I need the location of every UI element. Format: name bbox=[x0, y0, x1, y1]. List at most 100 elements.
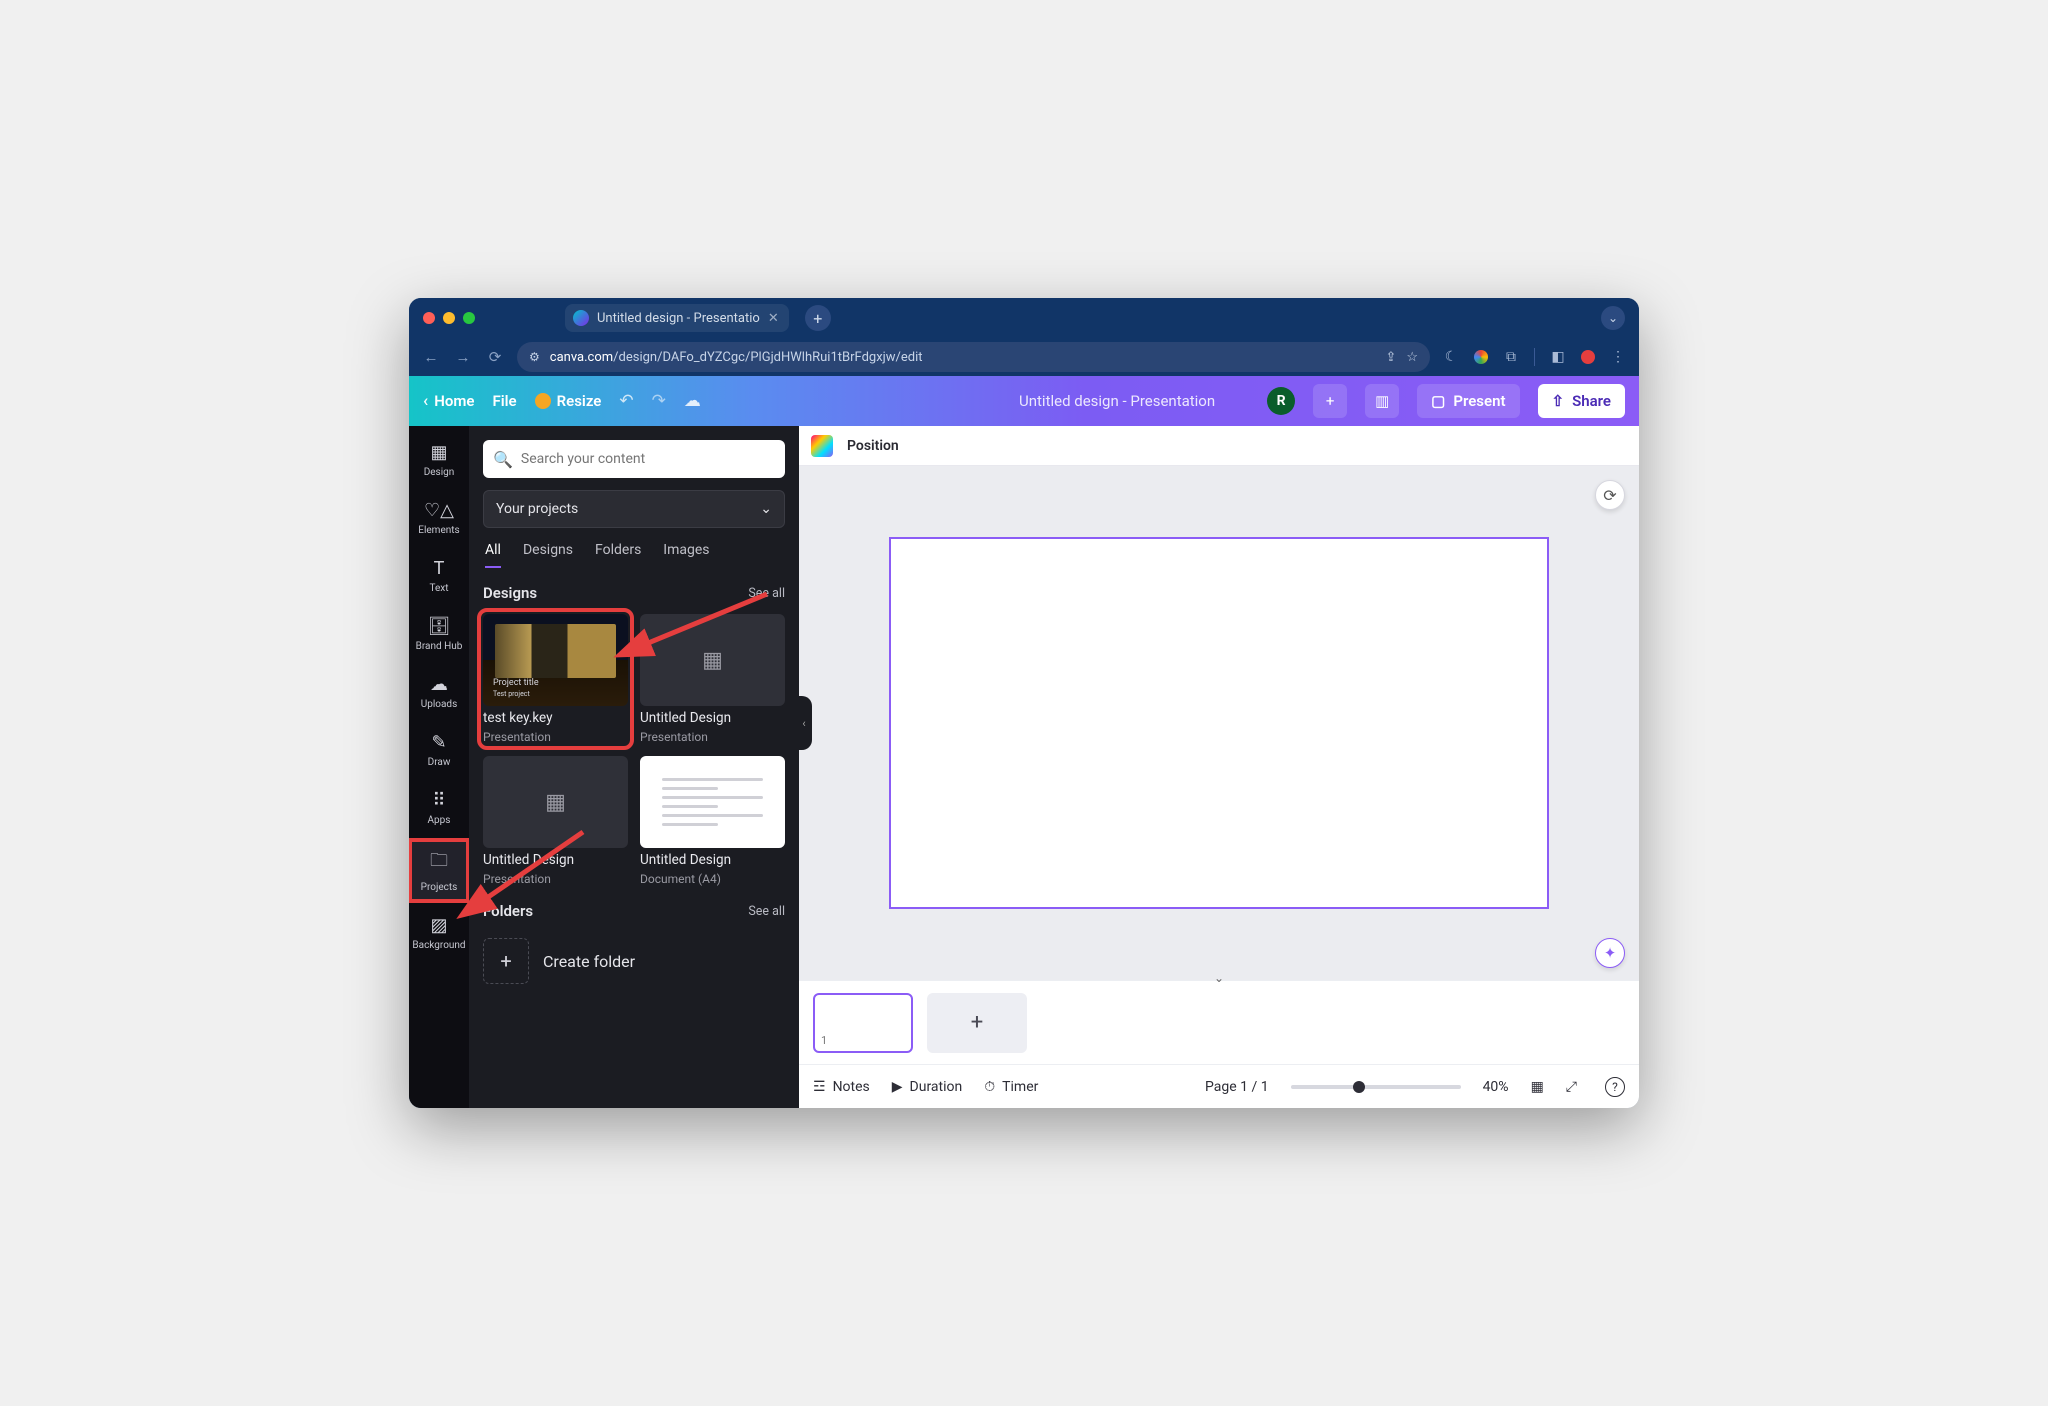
tabs-overflow-button[interactable]: ⌄ bbox=[1601, 306, 1625, 330]
slide-thumb-1[interactable]: 1 bbox=[813, 993, 913, 1053]
design-card-3[interactable]: ▦ Untitled Design Presentation bbox=[483, 756, 628, 886]
puzzle-icon[interactable]: ⧉ bbox=[1502, 348, 1520, 366]
design-card-4[interactable]: Untitled Design Document (A4) bbox=[640, 756, 785, 886]
designs-grid: Project titleTest project test key.key P… bbox=[483, 614, 785, 886]
rail-text[interactable]: TText bbox=[410, 550, 468, 602]
reload-button[interactable]: ⟳ bbox=[485, 348, 505, 366]
panel-tab-designs[interactable]: Designs bbox=[523, 542, 573, 568]
help-button[interactable]: ? bbox=[1605, 1077, 1625, 1097]
rail-draw[interactable]: ✎Draw bbox=[410, 724, 468, 776]
separator bbox=[1534, 348, 1535, 366]
zoom-value[interactable]: 40% bbox=[1483, 1079, 1509, 1095]
create-folder-row[interactable]: + Create folder bbox=[483, 938, 785, 984]
cloud-sync-icon[interactable]: ☁ bbox=[684, 391, 701, 411]
rail-design[interactable]: ▦Design bbox=[410, 434, 468, 486]
shapes-icon: ♡△ bbox=[424, 500, 454, 521]
browser-tab[interactable]: Untitled design - Presentatio ✕ bbox=[565, 304, 789, 332]
editor-stage: Position ‹ ⟳ ✦ ⌄ 1 + ☲Notes ▶Duration ⏱T… bbox=[799, 426, 1639, 1108]
browser-menu-icon[interactable]: ⋮ bbox=[1609, 348, 1627, 366]
grid-view-button[interactable]: ▦ bbox=[1531, 1079, 1544, 1095]
minimize-window-button[interactable] bbox=[443, 312, 455, 324]
design-card-1[interactable]: Project titleTest project test key.key P… bbox=[483, 614, 628, 744]
rail-brand-hub[interactable]: 🗄Brand Hub bbox=[410, 608, 468, 660]
timer-button[interactable]: ⏱Timer bbox=[984, 1079, 1038, 1095]
panel-collapse-handle[interactable]: ‹ bbox=[796, 696, 812, 750]
chevron-down-icon: ⌄ bbox=[760, 501, 772, 517]
rail-projects[interactable]: 🗀Projects bbox=[410, 840, 468, 901]
duration-button[interactable]: ▶Duration bbox=[892, 1079, 962, 1095]
window-controls bbox=[423, 312, 475, 324]
cloud-upload-icon: ☁ bbox=[430, 674, 448, 695]
rail-uploads[interactable]: ☁Uploads bbox=[410, 666, 468, 718]
browser-window: Untitled design - Presentatio ✕ + ⌄ ← → … bbox=[409, 298, 1639, 1108]
designs-see-all[interactable]: See all bbox=[748, 586, 785, 601]
share-url-icon[interactable]: ⇪ bbox=[1385, 350, 1396, 365]
design-card-2[interactable]: ▦ Untitled Design Presentation bbox=[640, 614, 785, 744]
position-button[interactable]: Position bbox=[847, 438, 899, 454]
designs-section-header: Designs See all bbox=[483, 584, 785, 602]
file-menu[interactable]: File bbox=[492, 392, 516, 410]
moon-icon[interactable]: ☾ bbox=[1442, 348, 1460, 366]
design-subtitle-3: Presentation bbox=[483, 872, 628, 886]
projects-panel: 🔍 Your projects ⌄ All Designs Folders Im… bbox=[469, 426, 799, 1108]
editor-footer: ☲Notes ▶Duration ⏱Timer Page 1 / 1 40% ▦… bbox=[799, 1064, 1639, 1108]
create-folder-label: Create folder bbox=[543, 952, 635, 971]
close-tab-icon[interactable]: ✕ bbox=[768, 311, 779, 326]
folders-see-all[interactable]: See all bbox=[748, 904, 785, 919]
extension-icon-2[interactable] bbox=[1581, 350, 1595, 364]
design-thumb-3: ▦ bbox=[483, 756, 628, 848]
extension-icon-1[interactable] bbox=[1474, 350, 1488, 364]
add-slide-button[interactable]: + bbox=[927, 993, 1027, 1053]
color-swatch[interactable] bbox=[811, 435, 833, 457]
design-thumb-2: ▦ bbox=[640, 614, 785, 706]
forward-button[interactable]: → bbox=[453, 348, 473, 366]
search-icon: 🔍 bbox=[493, 450, 513, 469]
search-input[interactable] bbox=[521, 451, 775, 467]
site-settings-icon[interactable]: ⚙ bbox=[529, 350, 540, 364]
design-thumb-1: Project titleTest project bbox=[483, 614, 628, 706]
panel-tabs: All Designs Folders Images bbox=[483, 540, 785, 568]
address-bar-row: ← → ⟳ ⚙ canva.com/design/DAFo_dYZCgc/PlG… bbox=[409, 338, 1639, 376]
rail-background[interactable]: ▨Background bbox=[410, 907, 468, 959]
add-collaborator-button[interactable]: + bbox=[1313, 384, 1347, 418]
magic-assist-button[interactable]: ✦ bbox=[1595, 938, 1625, 968]
panel-tab-all[interactable]: All bbox=[485, 542, 501, 568]
panel-tab-folders[interactable]: Folders bbox=[595, 542, 641, 568]
analytics-button[interactable]: ▥ bbox=[1365, 384, 1399, 418]
strip-collapse-icon[interactable]: ⌄ bbox=[1214, 971, 1224, 985]
regenerate-button[interactable]: ⟳ bbox=[1595, 480, 1625, 510]
sidebar-toggle-icon[interactable]: ◧ bbox=[1549, 348, 1567, 366]
folders-heading: Folders bbox=[483, 902, 533, 920]
bookmark-icon[interactable]: ☆ bbox=[1406, 350, 1418, 365]
dropdown-value: Your projects bbox=[496, 501, 578, 517]
address-bar[interactable]: ⚙ canva.com/design/DAFo_dYZCgc/PlGjdHWlh… bbox=[517, 342, 1430, 372]
notes-button[interactable]: ☲Notes bbox=[813, 1079, 870, 1095]
user-avatar[interactable]: R bbox=[1267, 387, 1295, 415]
redo-button[interactable]: ↷ bbox=[652, 391, 666, 411]
canvas-wrap[interactable]: ‹ ⟳ ✦ bbox=[799, 466, 1639, 980]
panel-tab-images[interactable]: Images bbox=[663, 542, 709, 568]
back-button[interactable]: ← bbox=[421, 348, 441, 366]
designs-heading: Designs bbox=[483, 584, 537, 602]
undo-button[interactable]: ↶ bbox=[619, 391, 633, 411]
zoom-slider[interactable] bbox=[1291, 1085, 1461, 1089]
canva-favicon-icon bbox=[573, 310, 589, 326]
search-box[interactable]: 🔍 bbox=[483, 440, 785, 478]
present-icon: ▢ bbox=[1431, 392, 1445, 410]
maximize-window-button[interactable] bbox=[463, 312, 475, 324]
share-button[interactable]: ⇧Share bbox=[1538, 384, 1626, 418]
home-button[interactable]: ‹Home bbox=[423, 391, 474, 411]
rail-apps[interactable]: ⠿Apps bbox=[410, 782, 468, 834]
projects-dropdown[interactable]: Your projects ⌄ bbox=[483, 490, 785, 528]
resize-button[interactable]: Resize bbox=[535, 392, 602, 410]
close-window-button[interactable] bbox=[423, 312, 435, 324]
crown-icon bbox=[535, 393, 551, 409]
present-button[interactable]: ▢Present bbox=[1417, 384, 1519, 418]
design-title-1: test key.key bbox=[483, 710, 628, 726]
fullscreen-button[interactable]: ⤢ bbox=[1566, 1079, 1577, 1095]
document-title[interactable]: Untitled design - Presentation bbox=[1019, 392, 1215, 410]
canvas-page[interactable] bbox=[889, 537, 1549, 909]
new-tab-button[interactable]: + bbox=[805, 305, 831, 331]
main-area: ▦Design ♡△Elements TText 🗄Brand Hub ☁Upl… bbox=[409, 426, 1639, 1108]
rail-elements[interactable]: ♡△Elements bbox=[410, 492, 468, 544]
